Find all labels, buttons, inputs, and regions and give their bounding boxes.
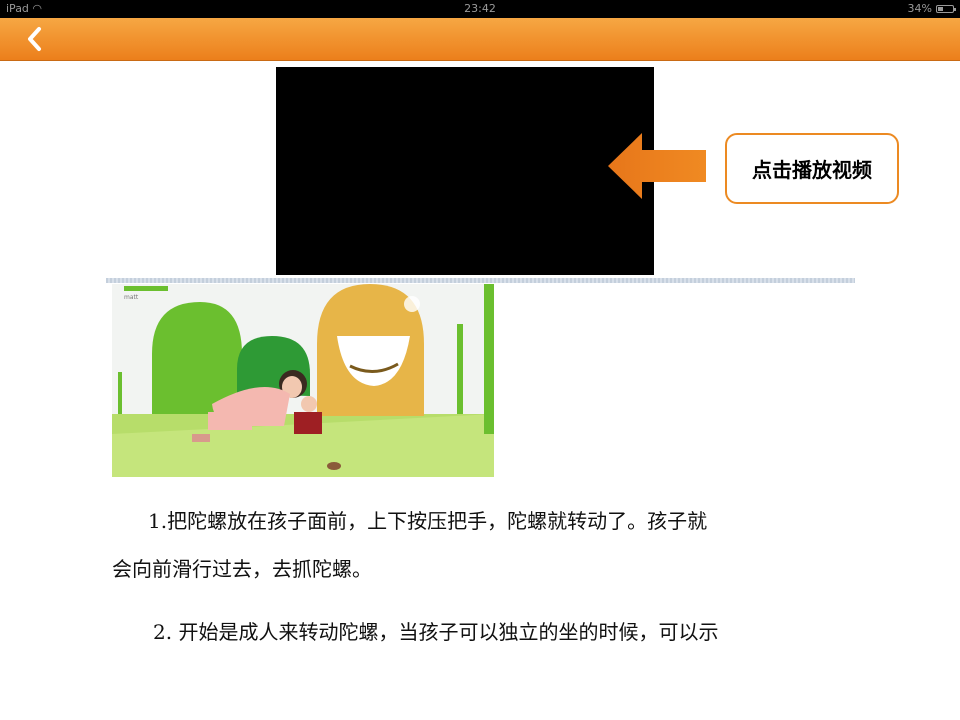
battery-icon	[936, 5, 956, 13]
nav-bar	[0, 18, 960, 61]
brand-logo-text: matt	[124, 294, 139, 301]
paragraph-1-line-1: 1.把陀螺放在孩子面前，上下按压把手，陀螺就转动了。孩子就	[148, 509, 708, 533]
section-divider	[106, 278, 855, 283]
instruction-photo: matt	[112, 284, 494, 477]
video-player[interactable]	[276, 67, 654, 275]
play-video-callout[interactable]: 点击播放视频	[725, 133, 899, 204]
battery-percent: 34%	[907, 2, 932, 15]
chevron-left-icon	[28, 27, 41, 51]
photo-illustration: matt	[112, 284, 494, 477]
paragraph-1-line-2: 会向前滑行过去，去抓陀螺。	[112, 557, 372, 581]
status-time: 23:42	[464, 2, 496, 15]
status-battery: 34%	[907, 0, 956, 18]
paragraph-2-line-1: 2. 开始是成人来转动陀螺，当孩子可以独立的坐的时候，可以示	[153, 620, 719, 644]
callout-label: 点击播放视频	[752, 158, 872, 182]
status-bar: iPad ◠ 23:42 34%	[0, 0, 960, 18]
battery-fill	[938, 7, 943, 11]
back-button[interactable]	[20, 24, 50, 54]
arrow-left-icon	[608, 133, 706, 199]
